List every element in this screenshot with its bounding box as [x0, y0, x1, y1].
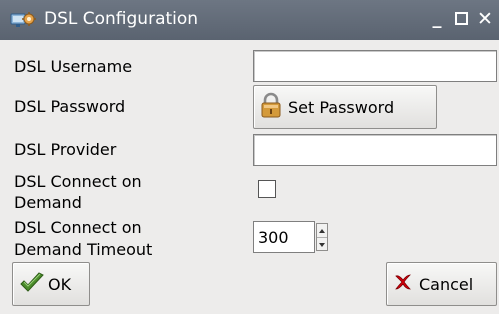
spin-down-icon[interactable] [317, 238, 327, 251]
maximize-icon[interactable] [450, 6, 472, 32]
padlock-icon [260, 92, 282, 122]
checkmark-icon [19, 271, 45, 297]
username-field[interactable] [253, 50, 497, 82]
timeout-spinner-input[interactable] [253, 221, 315, 253]
set-password-label: Set Password [288, 97, 395, 117]
dsl-configuration-window: DSL Configuration _ ✕ DSL Username DSL P… [0, 0, 499, 314]
provider-label: DSL Provider [14, 140, 117, 159]
connect-on-demand-checkbox[interactable] [258, 180, 276, 198]
cancel-button[interactable]: Cancel [386, 262, 497, 306]
password-label: DSL Password [14, 97, 126, 116]
timeout-label-line1: DSL Connect on [14, 218, 142, 237]
network-config-icon [10, 10, 36, 30]
ok-button[interactable]: OK [12, 262, 90, 306]
window-title: DSL Configuration [44, 9, 199, 29]
title-bar[interactable]: DSL Configuration _ ✕ [0, 0, 499, 40]
spin-up-icon[interactable] [317, 224, 327, 238]
close-icon[interactable]: ✕ [474, 6, 496, 32]
connect-on-demand-label-line1: DSL Connect on [14, 172, 142, 191]
red-x-icon [393, 272, 413, 296]
provider-field[interactable] [253, 134, 497, 166]
minimize-icon[interactable]: _ [426, 6, 448, 32]
set-password-button[interactable]: Set Password [253, 85, 437, 129]
username-label: DSL Username [14, 57, 133, 76]
connect-on-demand-label-line2: Demand [14, 193, 82, 212]
timeout-label-line2: Demand Timeout [14, 240, 153, 259]
ok-label: OK [48, 274, 72, 294]
cancel-label: Cancel [419, 274, 474, 294]
timeout-spinner[interactable] [316, 223, 328, 251]
